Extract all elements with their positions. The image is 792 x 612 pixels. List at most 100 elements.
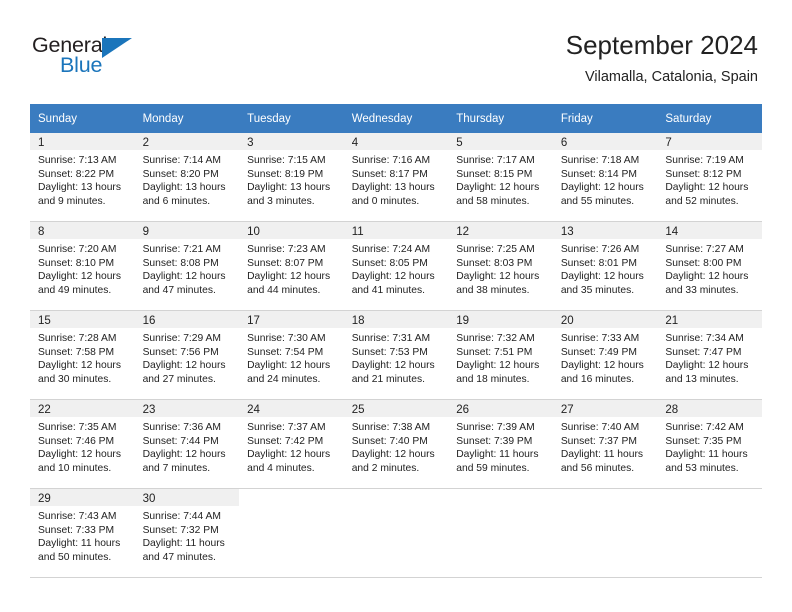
day-details: Sunrise: 7:34 AM Sunset: 7:47 PM Dayligh… bbox=[657, 328, 762, 386]
day-details: Sunrise: 7:43 AM Sunset: 7:33 PM Dayligh… bbox=[30, 506, 135, 564]
day-cell[interactable]: 2 Sunrise: 7:14 AM Sunset: 8:20 PM Dayli… bbox=[134, 133, 240, 222]
sunset-text: Sunset: 8:00 PM bbox=[665, 257, 742, 269]
sunset-text: Sunset: 7:47 PM bbox=[665, 346, 742, 358]
sunset-text: Sunset: 8:19 PM bbox=[247, 168, 324, 180]
day-number: 25 bbox=[343, 400, 449, 417]
sunset-text: Sunset: 7:51 PM bbox=[456, 346, 533, 358]
day-cell[interactable]: 1 Sunrise: 7:13 AM Sunset: 8:22 PM Dayli… bbox=[30, 133, 135, 222]
daylight-text-line2: and 7 minutes. bbox=[142, 462, 211, 474]
daylight-text-line1: Daylight: 12 hours bbox=[456, 271, 540, 283]
day-cell[interactable]: 24 Sunrise: 7:37 AM Sunset: 7:42 PM Dayl… bbox=[239, 399, 344, 489]
day-cell[interactable]: 27 Sunrise: 7:40 AM Sunset: 7:37 PM Dayl… bbox=[552, 399, 658, 489]
day-cell[interactable]: 7 Sunrise: 7:19 AM Sunset: 8:12 PM Dayli… bbox=[657, 133, 762, 222]
day-cell[interactable]: 17 Sunrise: 7:30 AM Sunset: 7:54 PM Dayl… bbox=[239, 310, 344, 400]
day-number: 26 bbox=[448, 400, 553, 417]
sunset-text: Sunset: 8:10 PM bbox=[38, 257, 115, 269]
day-cell[interactable]: 19 Sunrise: 7:32 AM Sunset: 7:51 PM Dayl… bbox=[448, 310, 553, 400]
sunrise-text: Sunrise: 7:40 AM bbox=[560, 422, 640, 433]
day-number: 11 bbox=[343, 222, 449, 239]
day-number bbox=[657, 489, 762, 506]
sunset-text: Sunset: 7:39 PM bbox=[456, 435, 533, 447]
day-number: 4 bbox=[343, 133, 449, 150]
day-cell[interactable]: 8 Sunrise: 7:20 AM Sunset: 8:10 PM Dayli… bbox=[30, 221, 135, 311]
general-blue-logo: General Blue bbox=[32, 33, 152, 83]
calendar-body: 1 Sunrise: 7:13 AM Sunset: 8:22 PM Dayli… bbox=[30, 133, 762, 578]
sunrise-text: Sunrise: 7:26 AM bbox=[560, 244, 640, 255]
day-number: 10 bbox=[239, 222, 344, 239]
day-number: 15 bbox=[30, 311, 135, 328]
daylight-text-line1: Daylight: 13 hours bbox=[142, 182, 226, 194]
daylight-text-line1: Daylight: 12 hours bbox=[456, 182, 540, 194]
day-number: 24 bbox=[239, 400, 344, 417]
day-cell[interactable]: 6 Sunrise: 7:18 AM Sunset: 8:14 PM Dayli… bbox=[552, 133, 658, 222]
sunset-text: Sunset: 7:56 PM bbox=[142, 346, 219, 358]
day-cell[interactable]: 3 Sunrise: 7:15 AM Sunset: 8:19 PM Dayli… bbox=[239, 133, 344, 222]
daylight-text-line2: and 52 minutes. bbox=[665, 195, 739, 207]
day-cell[interactable]: 16 Sunrise: 7:29 AM Sunset: 7:56 PM Dayl… bbox=[134, 310, 240, 400]
day-details: Sunrise: 7:26 AM Sunset: 8:01 PM Dayligh… bbox=[553, 239, 658, 297]
day-cell[interactable]: 10 Sunrise: 7:23 AM Sunset: 8:07 PM Dayl… bbox=[239, 221, 344, 311]
daylight-text-line1: Daylight: 13 hours bbox=[351, 182, 435, 194]
sunrise-text: Sunrise: 7:36 AM bbox=[142, 422, 221, 433]
day-cell[interactable]: 5 Sunrise: 7:17 AM Sunset: 8:15 PM Dayli… bbox=[448, 133, 553, 222]
daylight-text-line2: and 49 minutes. bbox=[38, 284, 112, 296]
sunrise-text: Sunrise: 7:13 AM bbox=[38, 155, 117, 166]
day-cell[interactable]: 21 Sunrise: 7:34 AM Sunset: 7:47 PM Dayl… bbox=[657, 310, 762, 400]
weekday-header-sunday: Sunday bbox=[30, 104, 135, 133]
day-details: Sunrise: 7:19 AM Sunset: 8:12 PM Dayligh… bbox=[657, 150, 762, 208]
day-cell[interactable]: 25 Sunrise: 7:38 AM Sunset: 7:40 PM Dayl… bbox=[343, 399, 449, 489]
sunrise-text: Sunrise: 7:28 AM bbox=[38, 333, 117, 344]
day-cell[interactable]: 23 Sunrise: 7:36 AM Sunset: 7:44 PM Dayl… bbox=[134, 399, 240, 489]
daylight-text-line2: and 4 minutes. bbox=[247, 462, 315, 474]
day-cell[interactable]: 30 Sunrise: 7:44 AM Sunset: 7:32 PM Dayl… bbox=[134, 488, 240, 578]
daylight-text-line2: and 3 minutes. bbox=[247, 195, 315, 207]
week-row: 8 Sunrise: 7:20 AM Sunset: 8:10 PM Dayli… bbox=[30, 221, 762, 311]
page-header: General Blue September 2024 Vilamalla, C… bbox=[0, 0, 792, 95]
daylight-text-line1: Daylight: 12 hours bbox=[456, 360, 540, 372]
logo-text-blue: Blue bbox=[60, 53, 103, 77]
day-details: Sunrise: 7:28 AM Sunset: 7:58 PM Dayligh… bbox=[30, 328, 135, 386]
day-cell[interactable]: 12 Sunrise: 7:25 AM Sunset: 8:03 PM Dayl… bbox=[448, 221, 553, 311]
day-number bbox=[448, 489, 553, 506]
daylight-text-line1: Daylight: 11 hours bbox=[456, 449, 539, 461]
sunset-text: Sunset: 8:20 PM bbox=[142, 168, 219, 180]
sunset-text: Sunset: 8:17 PM bbox=[351, 168, 428, 180]
day-number bbox=[343, 489, 449, 506]
day-cell[interactable]: 11 Sunrise: 7:24 AM Sunset: 8:05 PM Dayl… bbox=[343, 221, 449, 311]
day-cell[interactable]: 20 Sunrise: 7:33 AM Sunset: 7:49 PM Dayl… bbox=[552, 310, 658, 400]
day-cell[interactable]: 13 Sunrise: 7:26 AM Sunset: 8:01 PM Dayl… bbox=[552, 221, 658, 311]
day-cell[interactable]: 4 Sunrise: 7:16 AM Sunset: 8:17 PM Dayli… bbox=[343, 133, 449, 222]
day-cell[interactable]: 29 Sunrise: 7:43 AM Sunset: 7:33 PM Dayl… bbox=[30, 488, 135, 578]
sunrise-text: Sunrise: 7:15 AM bbox=[247, 155, 326, 166]
weekday-header-wednesday: Wednesday bbox=[343, 104, 449, 133]
day-details: Sunrise: 7:40 AM Sunset: 7:37 PM Dayligh… bbox=[553, 417, 658, 475]
title-block: September 2024 Vilamalla, Catalonia, Spa… bbox=[566, 28, 758, 88]
day-cell[interactable]: 9 Sunrise: 7:21 AM Sunset: 8:08 PM Dayli… bbox=[134, 221, 240, 311]
sunset-text: Sunset: 7:58 PM bbox=[38, 346, 115, 358]
day-cell[interactable]: 22 Sunrise: 7:35 AM Sunset: 7:46 PM Dayl… bbox=[30, 399, 135, 489]
day-cell[interactable]: 26 Sunrise: 7:39 AM Sunset: 7:39 PM Dayl… bbox=[448, 399, 553, 489]
day-details: Sunrise: 7:18 AM Sunset: 8:14 PM Dayligh… bbox=[553, 150, 658, 208]
daylight-text-line2: and 58 minutes. bbox=[456, 195, 530, 207]
sunset-text: Sunset: 8:14 PM bbox=[560, 168, 637, 180]
daylight-text-line1: Daylight: 12 hours bbox=[351, 360, 435, 372]
daylight-text-line2: and 47 minutes. bbox=[142, 284, 216, 296]
sunset-text: Sunset: 7:37 PM bbox=[560, 435, 637, 447]
day-details: Sunrise: 7:13 AM Sunset: 8:22 PM Dayligh… bbox=[30, 150, 135, 208]
day-cell[interactable]: 18 Sunrise: 7:31 AM Sunset: 7:53 PM Dayl… bbox=[343, 310, 449, 400]
day-cell[interactable]: 15 Sunrise: 7:28 AM Sunset: 7:58 PM Dayl… bbox=[30, 310, 135, 400]
daylight-text-line1: Daylight: 12 hours bbox=[247, 360, 331, 372]
daylight-text-line2: and 27 minutes. bbox=[142, 373, 216, 385]
day-details: Sunrise: 7:17 AM Sunset: 8:15 PM Dayligh… bbox=[448, 150, 553, 208]
day-number: 5 bbox=[448, 133, 553, 150]
sunrise-text: Sunrise: 7:35 AM bbox=[38, 422, 117, 433]
sunrise-text: Sunrise: 7:17 AM bbox=[456, 155, 535, 166]
day-cell[interactable]: 28 Sunrise: 7:42 AM Sunset: 7:35 PM Dayl… bbox=[657, 399, 762, 489]
sunrise-text: Sunrise: 7:38 AM bbox=[351, 422, 431, 433]
sunset-text: Sunset: 7:42 PM bbox=[247, 435, 324, 447]
daylight-text-line1: Daylight: 12 hours bbox=[247, 449, 331, 461]
day-cell[interactable]: 14 Sunrise: 7:27 AM Sunset: 8:00 PM Dayl… bbox=[657, 221, 762, 311]
daylight-text-line2: and 44 minutes. bbox=[247, 284, 321, 296]
daylight-text-line1: Daylight: 11 hours bbox=[560, 449, 644, 461]
daylight-text-line1: Daylight: 12 hours bbox=[351, 271, 435, 283]
